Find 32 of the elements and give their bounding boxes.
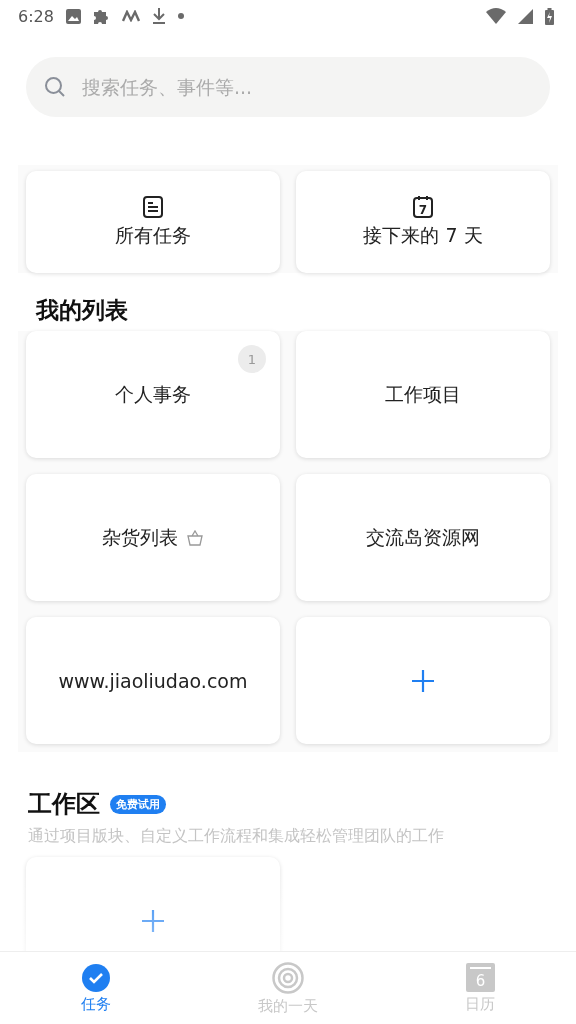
target-icon	[272, 961, 304, 994]
status-time: 6:28	[18, 6, 54, 26]
list-card[interactable]: www.jiaoliudao.com	[26, 617, 280, 744]
wifi-icon	[486, 8, 506, 24]
dot-icon	[177, 13, 184, 19]
list-card[interactable]: 杂货列表	[26, 474, 280, 601]
check-circle-icon	[82, 963, 110, 992]
list-icon	[142, 195, 164, 219]
add-button[interactable]	[296, 617, 550, 744]
tab[interactable]: 任务	[0, 952, 192, 1024]
wave-icon	[121, 10, 140, 22]
signal-icon	[518, 8, 533, 24]
list-card[interactable]: 交流岛资源网	[296, 474, 550, 601]
add-button[interactable]	[26, 857, 280, 951]
count-badge: 1	[238, 345, 266, 373]
basket-icon	[186, 529, 204, 546]
smart-list-card[interactable]: 所有任务	[26, 171, 280, 273]
calendar-icon: 7	[412, 195, 434, 219]
section-heading: 工作区	[28, 789, 100, 820]
search-icon	[44, 76, 66, 98]
battery-icon	[545, 7, 554, 25]
puzzle-icon	[92, 8, 110, 24]
trial-badge: 免费试用	[110, 794, 166, 814]
plus-icon	[412, 669, 434, 692]
download-icon	[151, 8, 166, 24]
list-card[interactable]: 个人事务 1	[26, 331, 280, 458]
plus-icon	[142, 909, 164, 932]
section-heading: 我的列表	[18, 273, 558, 331]
search-field[interactable]: 搜索任务、事件等...	[26, 57, 550, 117]
list-card[interactable]: 工作项目	[296, 331, 550, 458]
smart-list-card[interactable]: 7 接下来的 7 天	[296, 171, 550, 273]
image-icon	[65, 8, 81, 24]
